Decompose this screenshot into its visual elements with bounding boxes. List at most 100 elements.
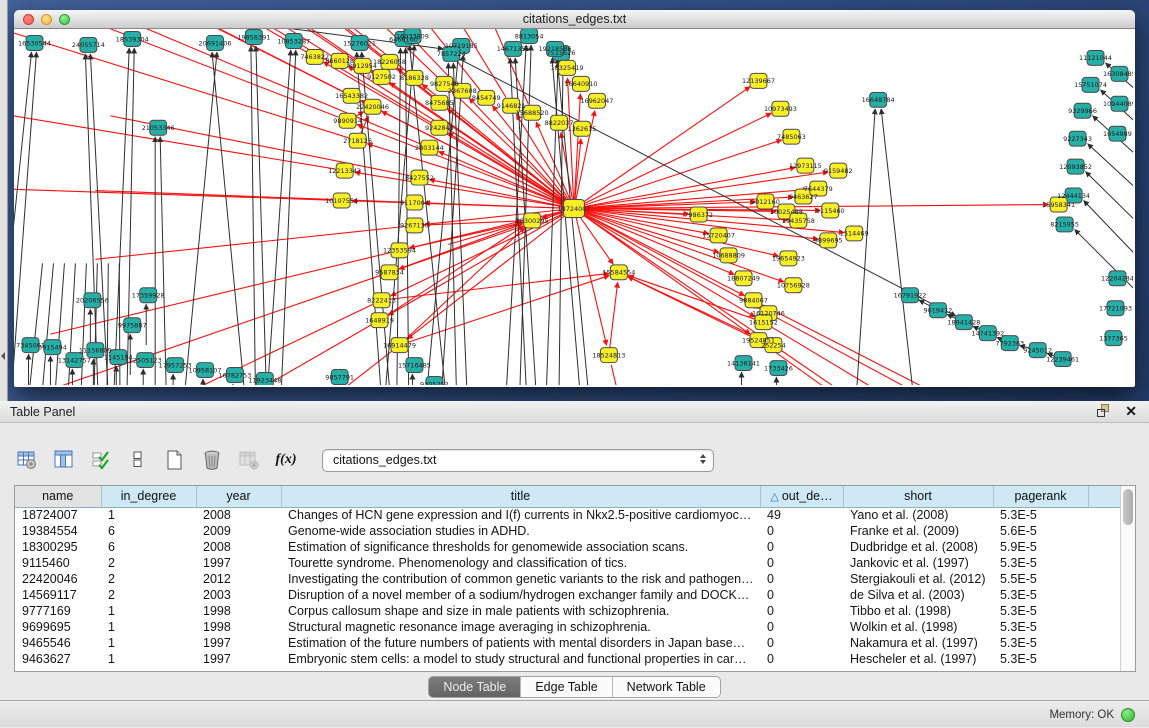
column-header-short[interactable]: short: [843, 486, 993, 507]
graph-node-label: 9890914: [333, 117, 362, 125]
network-window-title: citations_edges.txt: [14, 10, 1135, 29]
graph-node-label: 12093852: [1059, 163, 1092, 171]
graph-node-label: 18226058: [373, 58, 406, 66]
network-window-titlebar[interactable]: citations_edges.txt: [14, 10, 1135, 29]
cell-year: 2009: [196, 523, 281, 539]
delete-table-icon[interactable]: [236, 447, 262, 473]
cell-out_degree: 0: [760, 571, 843, 587]
graph-node-label: 7857224: [437, 50, 466, 58]
graph-node-label: 7986372: [684, 211, 713, 219]
graph-node-label: 14136141: [727, 359, 760, 367]
graph-node-label: 10973493: [764, 105, 797, 113]
table-row[interactable]: 969969511998Structural magnetic resonanc…: [15, 619, 1121, 635]
graph-node-label: 9115460: [816, 207, 845, 215]
cell-year: 1998: [196, 619, 281, 635]
table-row[interactable]: 977716911998Corpus callosum shape and si…: [15, 603, 1121, 619]
table-row[interactable]: 1456911722003Disruption of a novel membe…: [15, 587, 1121, 603]
close-panel-icon[interactable]: ✕: [1125, 404, 1137, 418]
graph-node-label: 16962047: [580, 97, 613, 105]
memory-status-indicator[interactable]: [1121, 708, 1135, 722]
new-table-icon[interactable]: [162, 447, 188, 473]
table-row[interactable]: 1872400712008Changes of HCN gene express…: [15, 507, 1121, 523]
float-panel-icon[interactable]: [1097, 404, 1111, 418]
table-selector-dropdown[interactable]: citations_edges.txt: [322, 449, 714, 472]
close-window-button[interactable]: [23, 14, 34, 25]
cell-_filler: [1088, 523, 1121, 539]
graph-node-label: 7644379: [804, 185, 833, 193]
row-height-icon[interactable]: [125, 447, 151, 473]
cell-year: 1997: [196, 555, 281, 571]
cell-in_degree: 1: [101, 507, 196, 523]
graph-node-label: 252254: [761, 341, 786, 349]
graph-node-label: 9975887: [118, 321, 147, 329]
cell-pagerank: 5.5E-5: [993, 571, 1088, 587]
cell-_filler: [1088, 619, 1121, 635]
graph-node-label: 10719185: [445, 42, 478, 50]
column-header-_filler[interactable]: [1088, 486, 1121, 507]
table-columns-icon[interactable]: [51, 447, 77, 473]
graph-node-label: 10958107: [189, 366, 222, 374]
cell-in_degree: 2: [101, 571, 196, 587]
table-settings-icon[interactable]: [14, 447, 40, 473]
left-splitter[interactable]: [0, 0, 8, 401]
table-row[interactable]: 946362711997Embryonic stem cells: a mode…: [15, 651, 1121, 667]
cell-out_degree: 0: [760, 603, 843, 619]
splitter-collapse-icon[interactable]: [1, 352, 5, 360]
table-tabs: Node TableEdge TableNetwork Table: [428, 676, 720, 698]
column-header-title[interactable]: title: [281, 486, 760, 507]
tab-node-table[interactable]: Node Table: [429, 677, 521, 697]
cell-year: 2003: [196, 587, 281, 603]
table-panel-title: Table Panel: [0, 401, 1149, 423]
table-row[interactable]: 1830029562008Estimation of significance …: [15, 539, 1121, 555]
tab-network-table[interactable]: Network Table: [613, 677, 720, 697]
cell-in_degree: 1: [101, 603, 196, 619]
column-header-in_degree[interactable]: in_degree: [101, 486, 196, 507]
graph-node-label: 9884067: [739, 297, 768, 305]
table-scrollbar-thumb[interactable]: [1123, 489, 1133, 525]
cell-name: 9115460: [15, 555, 101, 571]
table-scrollbar[interactable]: [1120, 486, 1135, 671]
graph-node-label: 19435758: [782, 217, 815, 225]
tab-edge-table[interactable]: Edge Table: [521, 677, 612, 697]
cell-year: 2008: [196, 507, 281, 523]
graph-node-label: 24055714: [72, 41, 105, 49]
graph-node-label: 13142757: [58, 356, 91, 364]
citation-graph[interactable]: 1653054424055714185393042069140619858391…: [14, 29, 1133, 385]
table-row[interactable]: 911546021997Tourette syndrome. Phenomeno…: [15, 555, 1121, 571]
graph-node-label: 20206556: [76, 297, 109, 305]
select-rows-icon[interactable]: [88, 447, 114, 473]
cell-name: 22420046: [15, 571, 101, 587]
network-view[interactable]: 1653054424055714185393042069140619858391…: [14, 29, 1133, 385]
column-header-pagerank[interactable]: pagerank: [993, 486, 1088, 507]
delete-rows-icon[interactable]: [199, 447, 225, 473]
graph-node-label: 18724007: [558, 205, 591, 213]
graph-node-label: 9267130: [400, 222, 429, 230]
graph-node-label: 15688520: [516, 109, 549, 117]
graph-node-label: 9857791: [325, 373, 354, 381]
cell-name: 9465546: [15, 635, 101, 651]
graph-node-label: 1615152: [749, 318, 778, 326]
graph-node-label: 16791922: [894, 292, 927, 300]
column-header-out_degree[interactable]: △out_de…: [760, 486, 843, 507]
graph-node-label: 16530544: [18, 39, 51, 47]
graph-node-label: 1054989: [1103, 130, 1132, 138]
graph-node-label: 9245012: [1023, 346, 1052, 354]
column-header-name[interactable]: name: [15, 486, 101, 507]
graph-node-label: 18539304: [116, 35, 149, 43]
column-header-year[interactable]: year: [196, 486, 281, 507]
horizontal-splitter-handle[interactable]: ▾▴: [574, 393, 588, 400]
graph-node-label: 12239461: [1046, 355, 1079, 363]
table-row[interactable]: 946554611997Estimation of the future num…: [15, 635, 1121, 651]
graph-node-label: 15720407: [702, 232, 735, 240]
cell-title: Estimation of the future numbers of pati…: [281, 635, 760, 651]
cell-name: 9699695: [15, 619, 101, 635]
zoom-window-button[interactable]: [59, 14, 70, 25]
graph-node-label: 11923448: [248, 376, 281, 384]
cell-in_degree: 2: [101, 555, 196, 571]
function-builder-icon[interactable]: f(x): [273, 447, 299, 473]
cell-_filler: [1088, 635, 1121, 651]
table-row[interactable]: 2242004622012Investigating the contribut…: [15, 571, 1121, 587]
cell-pagerank: 5.3E-5: [993, 635, 1088, 651]
minimize-window-button[interactable]: [41, 14, 52, 25]
table-row[interactable]: 1938455462009Genome-wide association stu…: [15, 523, 1121, 539]
